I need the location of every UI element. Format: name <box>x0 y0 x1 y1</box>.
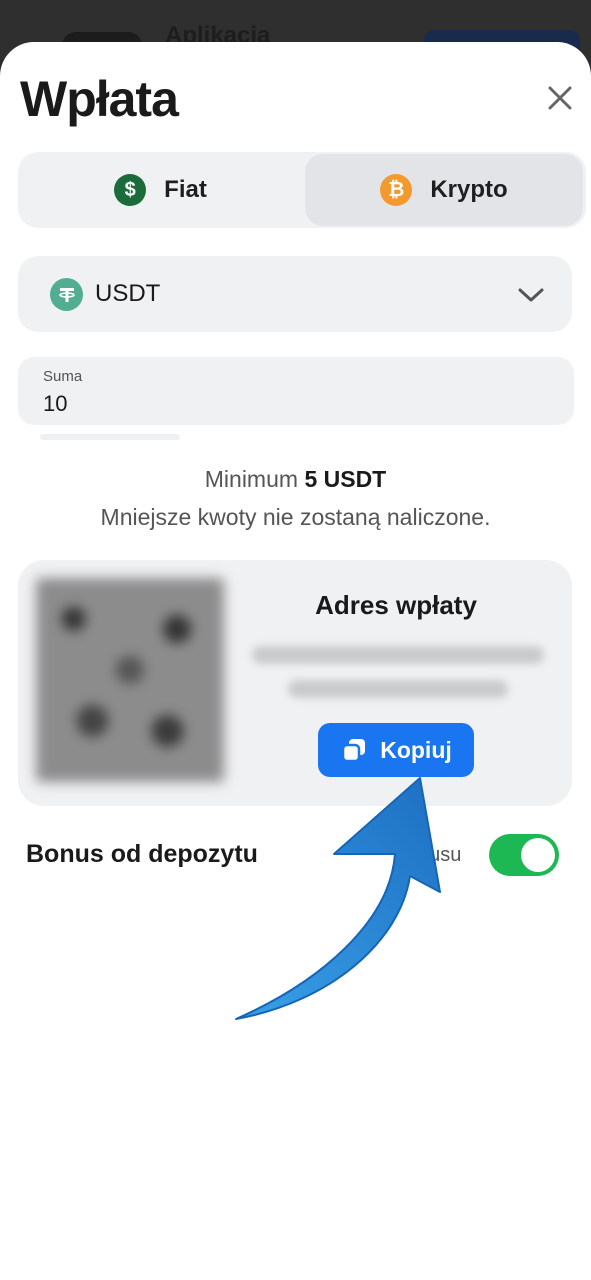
close-icon <box>548 86 572 110</box>
qr-code <box>36 578 224 782</box>
bonus-toggle[interactable] <box>489 834 559 876</box>
minimum-note: Mniejsze kwoty nie zostaną naliczone. <box>100 504 491 530</box>
deposit-address-card: Adres wpłaty Kopiuj <box>18 560 572 806</box>
page-title: Wpłata <box>20 71 179 127</box>
toggle-knob <box>521 838 555 872</box>
tether-icon <box>50 278 83 311</box>
currency-select-value: USDT <box>95 280 161 307</box>
tab-fiat-label: Fiat <box>164 176 207 203</box>
minimum-prefix: Minimum <box>204 466 299 492</box>
amount-field-value[interactable]: 10 <box>43 391 67 417</box>
payment-type-tabs: $ Fiat ₿ Krypto <box>18 152 586 228</box>
minimum-amount-text: Minimum 5 USDT <box>0 466 591 493</box>
copy-button-label: Kopiuj <box>380 736 452 763</box>
copy-button[interactable]: Kopiuj <box>318 723 474 777</box>
close-button[interactable] <box>540 78 580 118</box>
currency-select[interactable]: USDT <box>18 256 572 332</box>
divider <box>40 434 180 440</box>
tab-krypto[interactable]: ₿ Krypto <box>305 154 583 226</box>
tab-fiat[interactable]: $ Fiat <box>18 154 303 226</box>
bonus-hint: nusu <box>418 844 462 866</box>
bitcoin-icon: ₿ <box>380 174 413 206</box>
amount-field[interactable]: Suma 10 <box>18 357 574 425</box>
chevron-down-icon <box>518 288 544 302</box>
bonus-label: Bonus od depozytu <box>26 840 258 868</box>
tab-krypto-label: Krypto <box>430 176 508 203</box>
deposit-address-title: Adres wpłaty <box>315 590 477 620</box>
deposit-address-value-line2 <box>288 680 508 698</box>
minimum-value: 5 USDT <box>304 466 387 492</box>
deposit-address-value <box>252 646 544 664</box>
deposit-sheet: Wpłata $ Fiat ₿ Krypto USDT Suma 10 Mini… <box>0 42 591 1280</box>
copy-icon <box>341 739 366 763</box>
amount-field-label: Suma <box>43 368 83 385</box>
dollar-coin-icon: $ <box>114 174 147 206</box>
